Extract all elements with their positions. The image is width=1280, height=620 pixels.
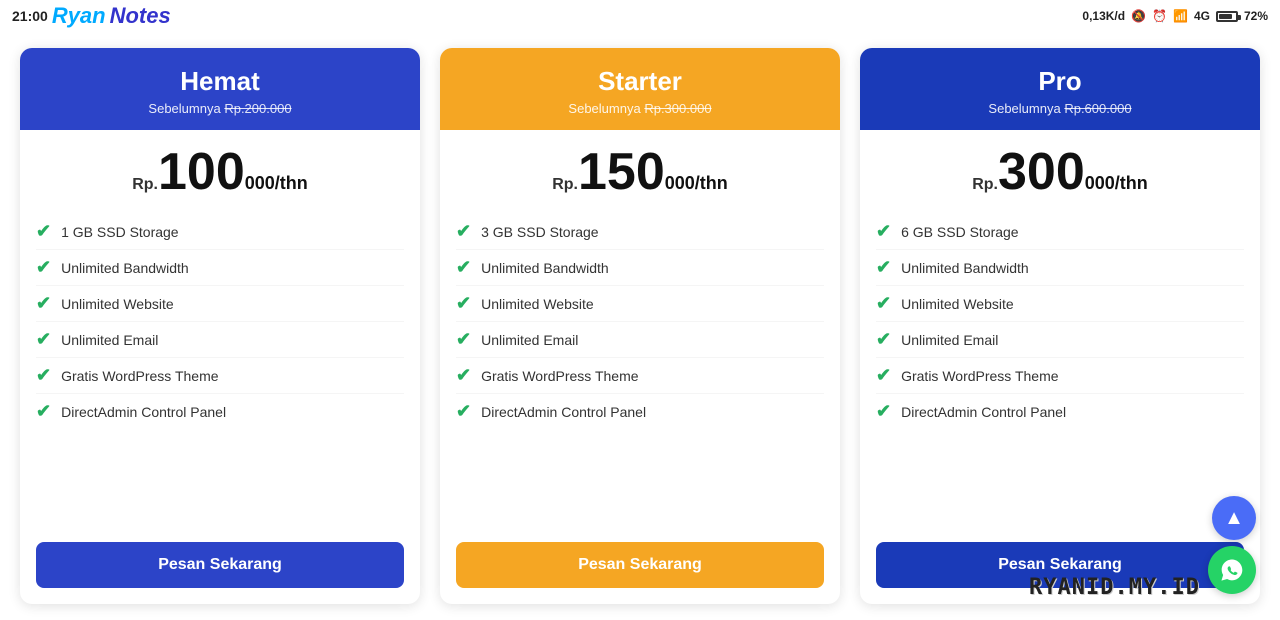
card-footer-starter: Pesan Sekarang bbox=[440, 530, 840, 604]
clock-icon: ⏰ bbox=[1152, 9, 1167, 23]
pricing-card-hemat: Hemat Sebelumnya Rp.200.000 Rp.100000/th… bbox=[20, 48, 420, 604]
price-prefix-pro: Rp. bbox=[972, 176, 998, 193]
feature-pro-2: ✔Unlimited Website bbox=[876, 286, 1244, 322]
signal-icon: 📶 bbox=[1173, 9, 1188, 23]
fab-whatsapp[interactable] bbox=[1208, 546, 1256, 594]
card-header-pro: Pro Sebelumnya Rp.600.000 bbox=[860, 48, 1260, 130]
feature-starter-2: ✔Unlimited Website bbox=[456, 286, 824, 322]
check-icon: ✔ bbox=[36, 365, 51, 386]
card-header-hemat: Hemat Sebelumnya Rp.200.000 bbox=[20, 48, 420, 130]
check-icon: ✔ bbox=[456, 221, 471, 242]
original-price-starter: Rp.300.000 bbox=[644, 101, 711, 116]
feature-starter-1: ✔Unlimited Bandwidth bbox=[456, 250, 824, 286]
network-type: 4G bbox=[1194, 9, 1210, 23]
check-icon: ✔ bbox=[36, 329, 51, 350]
feature-hemat-3: ✔Unlimited Email bbox=[36, 322, 404, 358]
check-icon: ✔ bbox=[36, 257, 51, 278]
check-icon: ✔ bbox=[456, 293, 471, 314]
order-button-hemat[interactable]: Pesan Sekarang bbox=[36, 542, 404, 588]
check-icon: ✔ bbox=[456, 257, 471, 278]
check-icon: ✔ bbox=[456, 401, 471, 422]
check-icon: ✔ bbox=[876, 401, 891, 422]
check-icon: ✔ bbox=[456, 329, 471, 350]
card-title-hemat: Hemat bbox=[36, 66, 404, 97]
watermark: RYANID.MY.ID bbox=[1029, 575, 1200, 600]
price-big-hemat: 100 bbox=[158, 143, 245, 201]
feature-pro-1: ✔Unlimited Bandwidth bbox=[876, 250, 1244, 286]
check-icon: ✔ bbox=[876, 221, 891, 242]
price-prefix-hemat: Rp. bbox=[132, 176, 158, 193]
signal-text: 0,13K/d bbox=[1082, 9, 1125, 23]
features-hemat: ✔1 GB SSD Storage ✔Unlimited Bandwidth ✔… bbox=[20, 206, 420, 530]
card-price-hemat: Rp.100000/thn bbox=[20, 130, 420, 206]
status-right: 0,13K/d 🔕 ⏰ 📶 4G 72% bbox=[1082, 9, 1268, 23]
pricing-card-pro: Pro Sebelumnya Rp.600.000 Rp.300000/thn … bbox=[860, 48, 1260, 604]
original-price-pro: Rp.600.000 bbox=[1064, 101, 1131, 116]
feature-pro-5: ✔DirectAdmin Control Panel bbox=[876, 394, 1244, 429]
check-icon: ✔ bbox=[36, 221, 51, 242]
pricing-card-starter: Starter Sebelumnya Rp.300.000 Rp.150000/… bbox=[440, 48, 840, 604]
fab-scroll-up[interactable]: ▲ bbox=[1212, 496, 1256, 540]
card-header-starter: Starter Sebelumnya Rp.300.000 bbox=[440, 48, 840, 130]
card-subtitle-pro: Sebelumnya Rp.600.000 bbox=[876, 101, 1244, 116]
price-rest-pro: 000/thn bbox=[1085, 173, 1148, 193]
feature-starter-5: ✔DirectAdmin Control Panel bbox=[456, 394, 824, 429]
price-rest-hemat: 000/thn bbox=[245, 173, 308, 193]
feature-hemat-4: ✔Gratis WordPress Theme bbox=[36, 358, 404, 394]
card-subtitle-starter: Sebelumnya Rp.300.000 bbox=[456, 101, 824, 116]
brand-ryan: Ryan bbox=[52, 3, 106, 29]
check-icon: ✔ bbox=[876, 329, 891, 350]
feature-hemat-5: ✔DirectAdmin Control Panel bbox=[36, 394, 404, 429]
price-rest-starter: 000/thn bbox=[665, 173, 728, 193]
feature-starter-4: ✔Gratis WordPress Theme bbox=[456, 358, 824, 394]
feature-hemat-1: ✔Unlimited Bandwidth bbox=[36, 250, 404, 286]
brand-logo: Ryan Notes bbox=[52, 3, 171, 29]
check-icon: ✔ bbox=[36, 401, 51, 422]
features-starter: ✔3 GB SSD Storage ✔Unlimited Bandwidth ✔… bbox=[440, 206, 840, 530]
price-big-starter: 150 bbox=[578, 143, 665, 201]
card-subtitle-hemat: Sebelumnya Rp.200.000 bbox=[36, 101, 404, 116]
mute-icon: 🔕 bbox=[1131, 9, 1146, 23]
features-pro: ✔6 GB SSD Storage ✔Unlimited Bandwidth ✔… bbox=[860, 206, 1260, 530]
check-icon: ✔ bbox=[876, 365, 891, 386]
pricing-grid: Hemat Sebelumnya Rp.200.000 Rp.100000/th… bbox=[20, 48, 1260, 604]
feature-hemat-0: ✔1 GB SSD Storage bbox=[36, 214, 404, 250]
main-content: Hemat Sebelumnya Rp.200.000 Rp.100000/th… bbox=[0, 32, 1280, 620]
check-icon: ✔ bbox=[36, 293, 51, 314]
price-big-pro: 300 bbox=[998, 143, 1085, 201]
feature-starter-3: ✔Unlimited Email bbox=[456, 322, 824, 358]
card-footer-hemat: Pesan Sekarang bbox=[20, 530, 420, 604]
feature-pro-3: ✔Unlimited Email bbox=[876, 322, 1244, 358]
status-bar: 21:00 Ryan Notes 0,13K/d 🔕 ⏰ 📶 4G 72% bbox=[0, 0, 1280, 32]
feature-pro-4: ✔Gratis WordPress Theme bbox=[876, 358, 1244, 394]
battery-percent: 72% bbox=[1244, 9, 1268, 23]
feature-starter-0: ✔3 GB SSD Storage bbox=[456, 214, 824, 250]
status-left: 21:00 Ryan Notes bbox=[12, 3, 171, 29]
card-title-starter: Starter bbox=[456, 66, 824, 97]
brand-notes: Notes bbox=[110, 3, 171, 29]
original-price-hemat: Rp.200.000 bbox=[224, 101, 291, 116]
feature-hemat-2: ✔Unlimited Website bbox=[36, 286, 404, 322]
card-price-pro: Rp.300000/thn bbox=[860, 130, 1260, 206]
card-title-pro: Pro bbox=[876, 66, 1244, 97]
order-button-starter[interactable]: Pesan Sekarang bbox=[456, 542, 824, 588]
price-prefix-starter: Rp. bbox=[552, 176, 578, 193]
check-icon: ✔ bbox=[876, 257, 891, 278]
status-time: 21:00 bbox=[12, 8, 48, 24]
card-price-starter: Rp.150000/thn bbox=[440, 130, 840, 206]
check-icon: ✔ bbox=[456, 365, 471, 386]
feature-pro-0: ✔6 GB SSD Storage bbox=[876, 214, 1244, 250]
battery-icon bbox=[1216, 11, 1238, 22]
check-icon: ✔ bbox=[876, 293, 891, 314]
